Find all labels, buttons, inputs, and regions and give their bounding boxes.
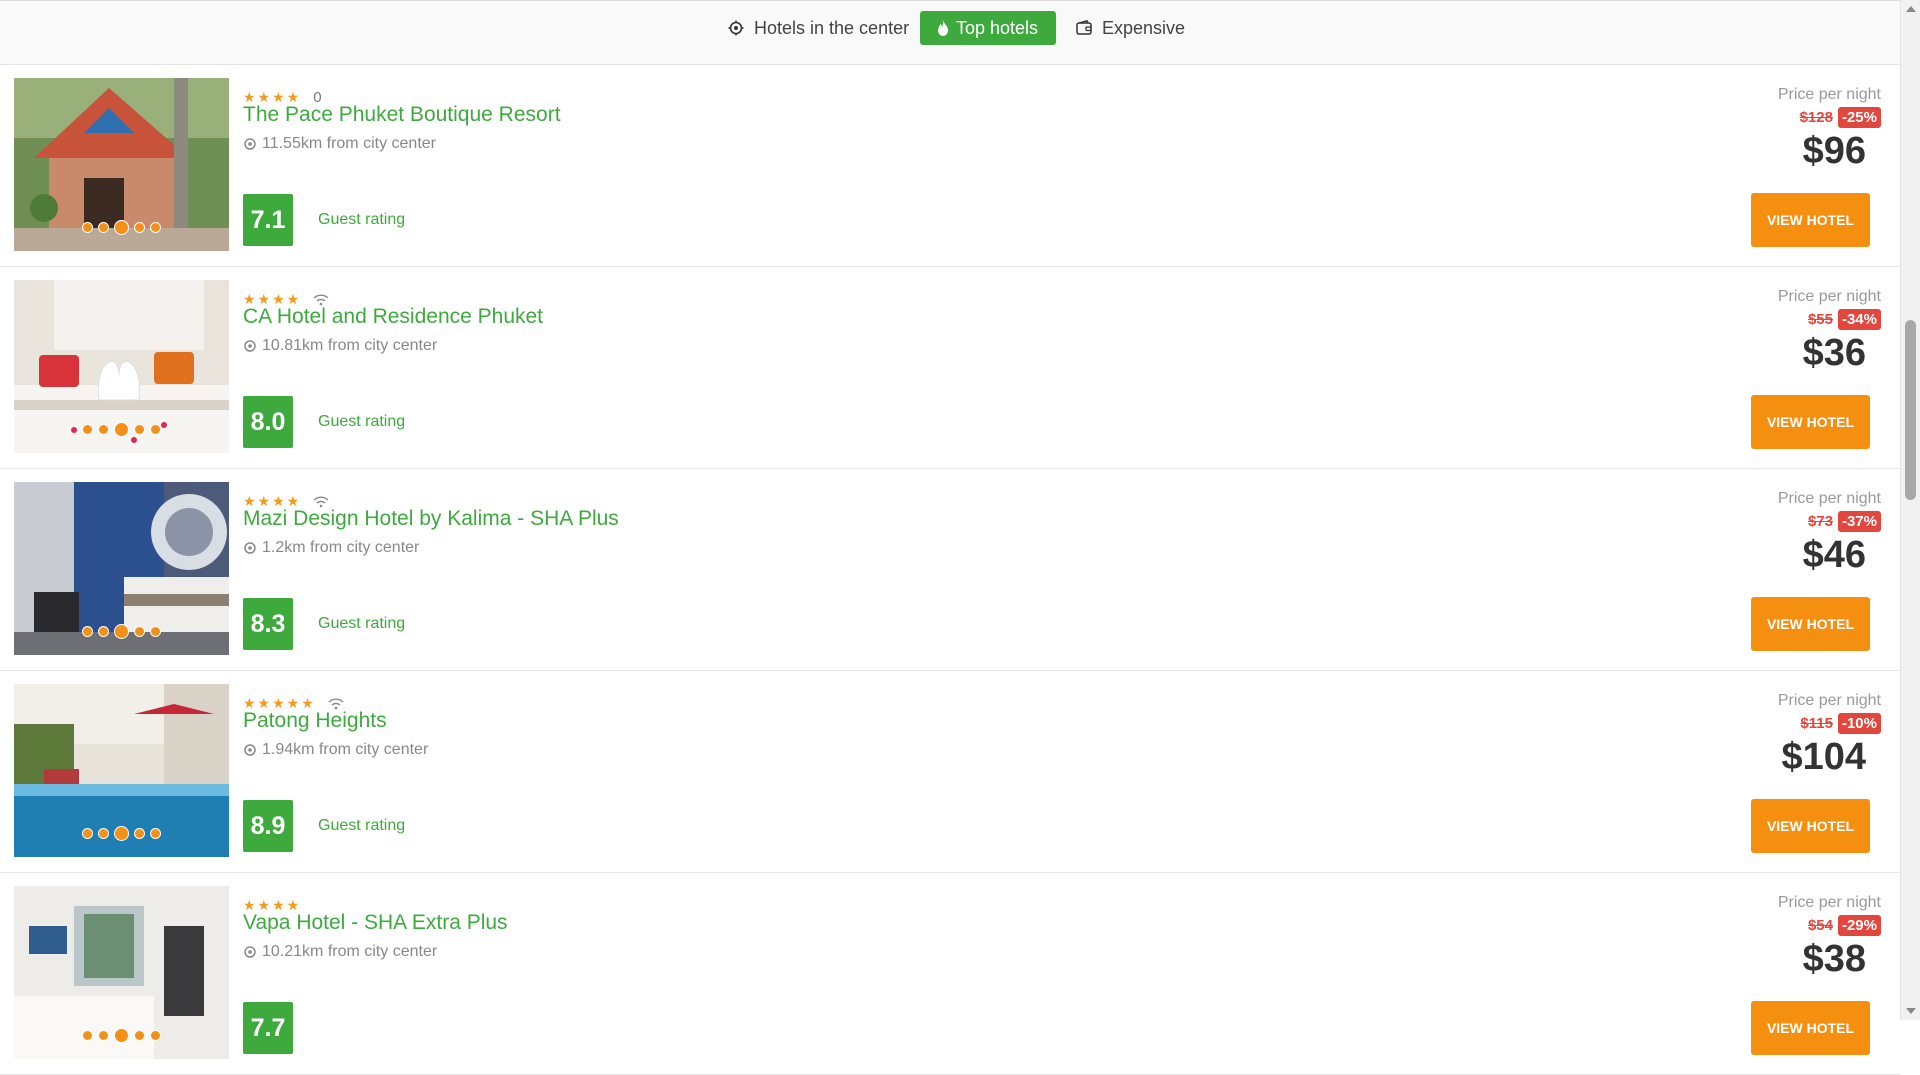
original-price: $115: [1800, 715, 1833, 732]
location-target-icon: [244, 138, 256, 150]
hotel-name[interactable]: The Pace Phuket Boutique Resort: [243, 103, 561, 127]
view-hotel-button[interactable]: VIEW HOTEL: [1751, 799, 1870, 853]
hotel-photo[interactable]: [14, 280, 229, 453]
scroll-down-arrow-icon[interactable]: [1906, 1008, 1916, 1014]
view-hotel-button[interactable]: VIEW HOTEL: [1751, 1001, 1870, 1055]
hotel-row: ★★★★★ Patong Heights 1.94km from city ce…: [0, 671, 1900, 873]
wifi-icon: [328, 697, 344, 709]
filter-hotels-in-center[interactable]: Hotels in the center: [726, 11, 909, 45]
distance: 11.55km from city center: [243, 135, 436, 153]
price-per-night-label: Price per night: [1777, 692, 1881, 709]
distance: 1.94km from city center: [243, 741, 428, 759]
photo-carousel-dots[interactable]: [82, 220, 161, 235]
view-hotel-button[interactable]: VIEW HOTEL: [1751, 193, 1870, 247]
current-price: $46: [1802, 534, 1866, 576]
discount-badge: -25%: [1837, 107, 1881, 128]
hotel-row: ★★★★ 0 The Pace Phuket Boutique Resort 1…: [0, 65, 1900, 267]
location-target-icon: [244, 946, 256, 958]
filter-label: Hotels in the center: [754, 17, 910, 38]
wifi-icon: [313, 293, 329, 305]
photo-carousel-dots[interactable]: [82, 422, 161, 437]
guest-rating-score: 8.0: [243, 396, 293, 448]
discount-badge: -34%: [1837, 309, 1881, 330]
hotel-name[interactable]: Mazi Design Hotel by Kalima - SHA Plus: [243, 507, 619, 531]
hotel-photo[interactable]: [14, 684, 229, 857]
current-price: $38: [1802, 938, 1866, 980]
discount-badge: -29%: [1837, 915, 1881, 936]
hotel-row: ★★★★ Vapa Hotel - SHA Extra Plus 10.21km…: [0, 873, 1900, 1075]
vertical-scrollbar[interactable]: [1900, 0, 1920, 1020]
wifi-icon: [313, 495, 329, 507]
guest-rating-score: 7.7: [243, 1002, 293, 1054]
guest-rating-label: Guest rating: [318, 615, 406, 632]
filter-top-hotels[interactable]: Top hotels: [920, 11, 1057, 45]
hotel-name[interactable]: Patong Heights: [243, 709, 387, 733]
guest-rating-label: Guest rating: [318, 817, 406, 834]
hotel-photo[interactable]: [14, 482, 229, 655]
hotel-photo[interactable]: [14, 886, 229, 1059]
original-price-row: $54 -29%: [1808, 915, 1881, 936]
guest-rating-label: Guest rating: [318, 413, 406, 430]
location-target-icon: [244, 340, 256, 352]
distance: 10.81km from city center: [243, 337, 437, 355]
hotel-row: ★★★★ CA Hotel and Residence Phuket 10.81…: [0, 267, 1900, 469]
discount-badge: -37%: [1837, 511, 1881, 532]
price-per-night-label: Price per night: [1777, 490, 1881, 507]
guest-rating-score: 7.1: [243, 194, 293, 246]
hotel-name[interactable]: CA Hotel and Residence Phuket: [243, 305, 543, 329]
filter-expensive[interactable]: Expensive: [1074, 11, 1185, 45]
current-price: $36: [1802, 332, 1866, 374]
flame-icon: [936, 18, 950, 38]
target-icon: [726, 18, 746, 38]
location-target-icon: [244, 744, 256, 756]
hotel-photo[interactable]: [14, 78, 229, 251]
filter-bar: Hotels in the center Top hotels Expensiv…: [0, 0, 1900, 65]
photo-carousel-dots[interactable]: [82, 624, 161, 639]
location-target-icon: [244, 542, 256, 554]
filter-label: Top hotels: [956, 17, 1039, 38]
discount-badge: -10%: [1837, 713, 1881, 734]
price-per-night-label: Price per night: [1777, 288, 1881, 305]
original-price-row: $115 -10%: [1800, 713, 1881, 734]
filter-label: Expensive: [1102, 17, 1186, 38]
original-price-row: $128 -25%: [1800, 107, 1881, 128]
distance: 1.2km from city center: [243, 539, 419, 557]
current-price: $96: [1802, 130, 1866, 172]
hotel-name[interactable]: Vapa Hotel - SHA Extra Plus: [243, 911, 508, 935]
guest-rating-score: 8.9: [243, 800, 293, 852]
view-hotel-button[interactable]: VIEW HOTEL: [1751, 395, 1870, 449]
photo-carousel-dots[interactable]: [82, 826, 161, 841]
price-per-night-label: Price per night: [1777, 86, 1881, 103]
photo-carousel-dots[interactable]: [82, 1028, 161, 1043]
wallet-icon: [1074, 18, 1094, 38]
original-price: $128: [1799, 109, 1833, 126]
hotel-row: ★★★★ Mazi Design Hotel by Kalima - SHA P…: [0, 469, 1900, 671]
original-price: $73: [1807, 513, 1833, 530]
scroll-up-arrow-icon[interactable]: [1906, 6, 1916, 12]
original-price: $54: [1807, 917, 1833, 934]
distance: 10.21km from city center: [243, 943, 437, 961]
price-per-night-label: Price per night: [1777, 894, 1881, 911]
original-price: $55: [1807, 311, 1833, 328]
scrollbar-thumb[interactable]: [1905, 320, 1916, 500]
guest-rating-score: 8.3: [243, 598, 293, 650]
guest-rating-label: Guest rating: [318, 211, 406, 228]
original-price-row: $73 -37%: [1808, 511, 1881, 532]
original-price-row: $55 -34%: [1808, 309, 1881, 330]
current-price: $104: [1781, 736, 1866, 778]
view-hotel-button[interactable]: VIEW HOTEL: [1751, 597, 1870, 651]
